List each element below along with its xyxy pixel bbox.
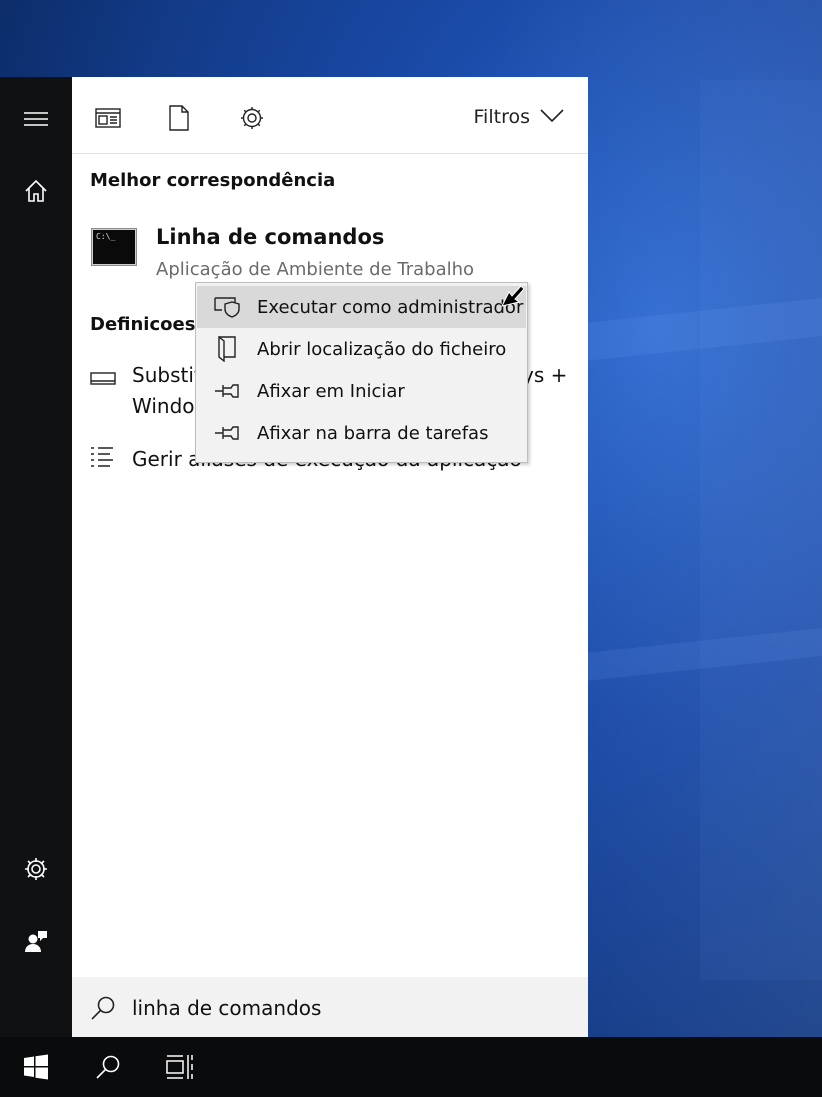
context-menu: Executar como administrador Abrir locali… (195, 282, 528, 463)
best-match-app-name: Linha de comandos (156, 225, 385, 249)
settings-gear-icon[interactable] (22, 855, 50, 883)
chevron-down-icon (540, 106, 564, 128)
apps-filter-icon[interactable] (94, 104, 122, 132)
task-view-icon[interactable] (164, 1051, 196, 1083)
pointer-arrow-icon (500, 284, 526, 312)
command-prompt-app-icon: C:\_ (91, 228, 137, 266)
shield-run-icon (197, 296, 257, 318)
monitor-setting-icon (90, 367, 116, 391)
settings-result-label-line1-end: ys + (522, 363, 568, 387)
menu-item-run-as-admin[interactable]: Executar como administrador (197, 286, 526, 328)
settings-result-label-line1: Substit (132, 363, 202, 387)
pin-icon (197, 383, 257, 399)
search-input[interactable] (130, 991, 564, 1025)
search-box[interactable] (72, 977, 588, 1037)
settings-section-heading: Definicoes (90, 314, 196, 335)
taskbar-search-icon[interactable] (92, 1051, 124, 1083)
menu-item-label: Afixar na barra de tarefas (257, 422, 489, 444)
menu-item-open-file-location[interactable]: Abrir localização do ficheiro (197, 328, 526, 370)
search-filter-bar: Filtros (72, 77, 588, 154)
settings-filter-gear-icon[interactable] (238, 104, 266, 132)
best-match-app-type: Aplicação de Ambiente de Trabalho (156, 259, 475, 280)
home-icon[interactable] (22, 177, 50, 205)
open-folder-icon (197, 336, 257, 362)
search-panel: Filtros Melhor correspondência C:\_ Linh… (72, 77, 588, 1037)
list-setting-icon (90, 445, 114, 474)
search-icon (90, 995, 116, 1025)
windows-start-icon[interactable] (20, 1051, 52, 1083)
filters-label: Filtros (473, 106, 530, 128)
taskbar (0, 1037, 822, 1097)
wallpaper-beam (700, 80, 822, 980)
best-match-heading: Melhor correspondência (90, 170, 336, 191)
feedback-user-icon[interactable] (22, 927, 50, 955)
documents-filter-icon[interactable] (165, 104, 193, 132)
menu-item-label: Executar como administrador (257, 296, 524, 318)
filters-dropdown[interactable]: Filtros (474, 106, 564, 128)
menu-item-pin-to-taskbar[interactable]: Afixar na barra de tarefas (197, 412, 526, 454)
pin-icon (197, 425, 257, 441)
menu-item-label: Afixar em Iniciar (257, 380, 405, 402)
menu-item-pin-to-start[interactable]: Afixar em Iniciar (197, 370, 526, 412)
start-left-rail (0, 77, 72, 1037)
hamburger-menu-icon[interactable] (22, 105, 50, 133)
menu-item-label: Abrir localização do ficheiro (257, 338, 507, 360)
command-prompt-icon-text: C:\_ (96, 232, 116, 241)
settings-result-label-line2: Windo (132, 394, 195, 418)
